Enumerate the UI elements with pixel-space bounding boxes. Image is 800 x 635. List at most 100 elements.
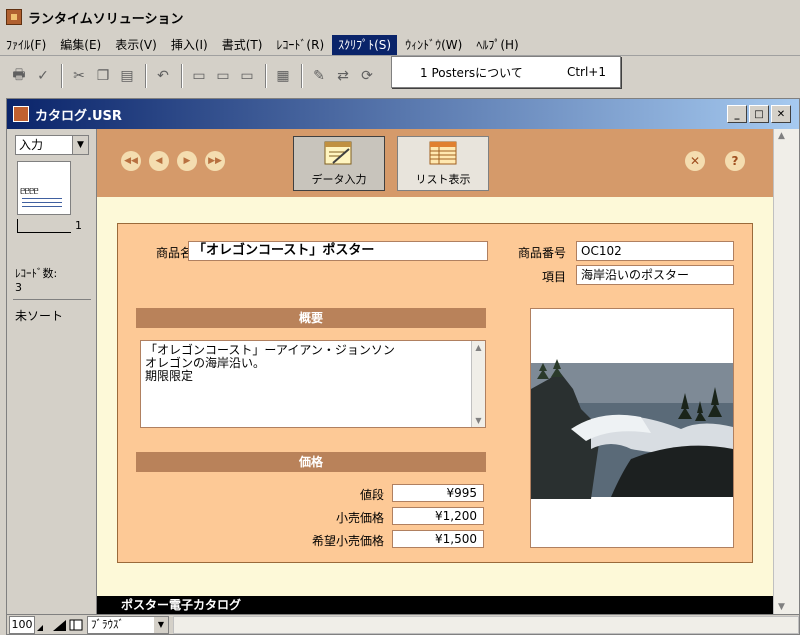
status-area: 入力 ▼ ᥱᥱᥱᥱ 1 ﾚｺｰﾄﾞ数: 3 未ソート bbox=[7, 129, 97, 614]
retail-price-label: 小売価格 bbox=[335, 511, 384, 525]
menu-insert[interactable]: 挿入(I) bbox=[165, 35, 214, 55]
product-name-field[interactable]: 「オレゴンコースト」ポスター bbox=[188, 241, 488, 261]
maximize-button[interactable]: □ bbox=[749, 105, 769, 123]
summary-scrollbar[interactable]: ▲ ▼ bbox=[471, 341, 485, 427]
item-field[interactable]: 海岸沿いのポスター bbox=[576, 265, 734, 285]
menu-help[interactable]: ﾍﾙﾌﾟ(H) bbox=[470, 35, 524, 55]
list-view-label: リスト表示 bbox=[415, 173, 471, 186]
sort-icon[interactable]: ✎ bbox=[308, 65, 330, 87]
copy-icon[interactable]: ❐ bbox=[92, 65, 114, 87]
scroll-up-icon[interactable]: ▲ bbox=[472, 341, 485, 354]
previous-record-icon[interactable]: ◀ bbox=[149, 151, 169, 171]
toolbar-separator bbox=[265, 64, 267, 88]
summary-textarea[interactable]: 「オレゴンコースト」ーアイアン・ジョンソン オレゴンの海岸沿い。 期限限定 ▲ … bbox=[140, 340, 486, 428]
suggested-retail-price-label: 希望小売価格 bbox=[311, 534, 384, 548]
product-number-field[interactable]: OC102 bbox=[576, 241, 734, 261]
document-icon bbox=[13, 106, 29, 122]
duplicate-record-icon[interactable]: ▭ bbox=[212, 65, 234, 87]
menu-scripts[interactable]: ｽｸﾘﾌﾟﾄ(S) bbox=[332, 34, 398, 55]
paste-icon[interactable]: ▤ bbox=[116, 65, 138, 87]
record-book[interactable]: ᥱᥱᥱᥱ 1 bbox=[17, 161, 87, 251]
book-line bbox=[22, 202, 62, 203]
summary-section-header: 概要 bbox=[136, 308, 486, 328]
document-window: カタログ.USR _ □ ✕ 入力 ▼ ᥱᥱᥱᥱ 1 ﾚｺｰﾄﾞ数: 3 未ソー… bbox=[6, 98, 800, 635]
new-record-icon[interactable]: ▭ bbox=[188, 65, 210, 87]
book-line bbox=[22, 206, 62, 207]
help-icon[interactable]: ? bbox=[725, 151, 745, 171]
menu-records[interactable]: ﾚｺｰﾄﾞ(R) bbox=[270, 35, 330, 55]
toggle-status-area-icon[interactable] bbox=[69, 618, 83, 632]
next-record-icon[interactable]: ▶ bbox=[177, 151, 197, 171]
current-page: 1 bbox=[75, 219, 82, 232]
price-field[interactable]: ¥995 bbox=[392, 484, 484, 502]
price-label: 値段 bbox=[359, 488, 384, 502]
first-record-icon[interactable]: ◀◀ bbox=[121, 151, 141, 171]
chevron-down-icon[interactable]: ▼ bbox=[72, 136, 88, 154]
zoom-out-icon[interactable] bbox=[37, 618, 51, 632]
toolbar-separator bbox=[181, 64, 183, 88]
menu-file[interactable]: ﾌｧｲﾙ(F) bbox=[0, 35, 52, 55]
cancel-icon[interactable]: ✕ bbox=[685, 151, 705, 171]
menu-item-about-posters[interactable]: 1 Postersについて bbox=[420, 64, 567, 81]
horizontal-scrollbar[interactable] bbox=[173, 615, 799, 634]
zoom-level[interactable]: 100 bbox=[9, 615, 35, 634]
header-band: ◀◀ ◀ ▶ ▶▶ データ入力 リスト表示 ✕ ? bbox=[97, 129, 773, 197]
toolbar-separator bbox=[301, 64, 303, 88]
find-icon[interactable]: ▦ bbox=[272, 65, 294, 87]
book-rings-icon: ᥱᥱᥱᥱ bbox=[20, 184, 39, 197]
app-title-bar: ランタイムソリューション bbox=[0, 0, 800, 34]
scroll-down-icon[interactable]: ▼ bbox=[472, 414, 485, 427]
zoom-in-icon[interactable] bbox=[53, 618, 67, 632]
scroll-up-icon[interactable]: ▲ bbox=[778, 131, 785, 141]
poster-image-frame[interactable] bbox=[530, 308, 734, 548]
delete-record-icon[interactable]: ▭ bbox=[236, 65, 258, 87]
data-entry-button[interactable]: データ入力 bbox=[293, 136, 385, 191]
chevron-down-icon[interactable]: ▼ bbox=[154, 616, 168, 633]
document-title: カタログ.USR bbox=[35, 108, 122, 124]
menu-edit[interactable]: 編集(E) bbox=[54, 35, 107, 55]
mode-dropdown-value: ﾌﾞﾗｳｽﾞ bbox=[91, 617, 124, 631]
mode-select[interactable]: 入力 ▼ bbox=[15, 135, 89, 155]
product-name-label: 商品名 bbox=[155, 246, 192, 260]
mode-dropdown[interactable]: ﾌﾞﾗｳｽﾞ ▼ bbox=[87, 615, 169, 634]
refresh-icon[interactable]: ⟳ bbox=[356, 65, 378, 87]
list-table-icon bbox=[429, 141, 457, 165]
bottom-status-bar: 100 ﾌﾞﾗｳｽﾞ ▼ bbox=[7, 614, 799, 634]
list-view-button[interactable]: リスト表示 bbox=[397, 136, 489, 191]
mode-select-value: 入力 bbox=[19, 138, 44, 152]
menu-shortcut: Ctrl+1 bbox=[566, 65, 606, 79]
sort-status: 未ソート bbox=[15, 309, 64, 323]
price-section-header: 価格 bbox=[136, 452, 486, 472]
toolbar-separator bbox=[145, 64, 147, 88]
undo-icon[interactable]: ↶ bbox=[152, 65, 174, 87]
spell-check-icon[interactable]: ✓ bbox=[32, 65, 54, 87]
minimize-button[interactable]: _ bbox=[727, 105, 747, 123]
last-record-icon[interactable]: ▶▶ bbox=[205, 151, 225, 171]
replace-icon[interactable]: ⇄ bbox=[332, 65, 354, 87]
menu-view[interactable]: 表示(V) bbox=[109, 35, 163, 55]
cut-icon[interactable]: ✂ bbox=[68, 65, 90, 87]
product-number-label: 商品番号 bbox=[517, 246, 566, 260]
print-icon[interactable]: 🖶 bbox=[8, 65, 30, 87]
toolbar-separator bbox=[61, 64, 63, 88]
book-line bbox=[22, 198, 62, 199]
menu-format[interactable]: 書式(T) bbox=[216, 35, 269, 55]
layout-content: ◀◀ ◀ ▶ ▶▶ データ入力 リスト表示 ✕ ? 商品名 「オレゴンコースト」… bbox=[97, 129, 773, 596]
retail-price-field[interactable]: ¥1,200 bbox=[392, 507, 484, 525]
data-entry-label: データ入力 bbox=[311, 173, 367, 186]
coast-photo bbox=[531, 359, 733, 499]
app-icon bbox=[6, 9, 22, 25]
scripts-menu-dropdown: 1 Postersについて Ctrl+1 bbox=[391, 56, 621, 88]
menu-window[interactable]: ｳｨﾝﾄﾞｳ(W) bbox=[399, 35, 468, 55]
divider bbox=[13, 299, 91, 300]
document-title-bar: カタログ.USR _ □ ✕ bbox=[7, 99, 799, 129]
close-button[interactable]: ✕ bbox=[771, 105, 791, 123]
record-count: 3 bbox=[15, 281, 22, 294]
record-slider[interactable] bbox=[17, 219, 71, 233]
summary-line: 期限限定 bbox=[145, 369, 194, 383]
scroll-down-icon[interactable]: ▼ bbox=[778, 602, 785, 612]
form-edit-icon bbox=[324, 141, 352, 165]
item-label: 項目 bbox=[541, 270, 566, 284]
vertical-scrollbar[interactable]: ▲ ▼ bbox=[773, 129, 799, 614]
suggested-retail-price-field[interactable]: ¥1,500 bbox=[392, 530, 484, 548]
